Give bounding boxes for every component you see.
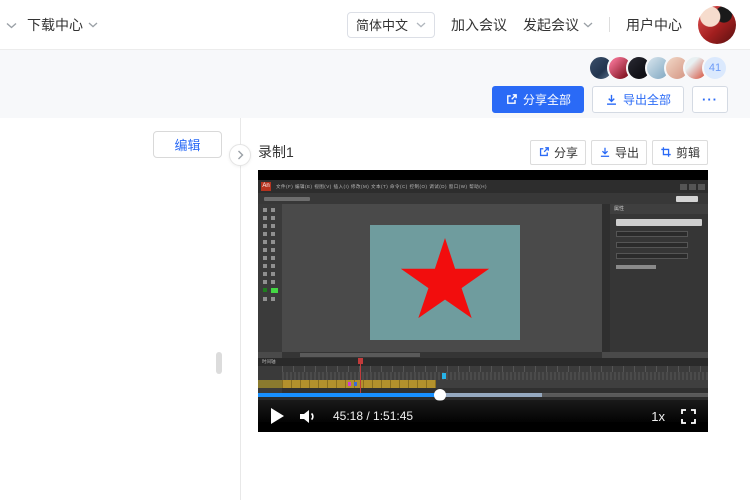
recorded-stage-area	[282, 204, 602, 352]
share-icon	[507, 94, 517, 104]
share-icon	[539, 147, 549, 157]
export-all-button[interactable]: 导出全部	[591, 86, 684, 113]
user-center-label: 用户中心	[626, 16, 682, 33]
panel-collapse-toggle[interactable]	[229, 144, 251, 166]
recording-title: 录制1	[258, 144, 294, 160]
recorded-stage-canvas	[370, 225, 520, 340]
page-title: 下载中心	[27, 16, 83, 33]
export-all-label: 导出全部	[622, 93, 671, 107]
left-panel-scrollbar-thumb[interactable]	[216, 352, 222, 374]
crop-clip-icon	[661, 147, 671, 157]
more-actions-button[interactable]: ···	[692, 86, 728, 113]
recorded-app-menubar: An 文件(F) 编辑(E) 视图(V) 插入(I) 修改(M) 文本(T) 命…	[258, 180, 708, 193]
volume-button[interactable]	[300, 409, 317, 424]
recorded-playhead	[358, 358, 363, 394]
global-actions: 分享全部 导出全部 ···	[491, 86, 728, 113]
video-frame-recording: An 文件(F) 编辑(E) 视图(V) 插入(I) 修改(M) 文本(T) 命…	[258, 180, 708, 422]
edit-button[interactable]: 编辑	[153, 131, 222, 158]
progress-played	[258, 393, 441, 397]
fullscreen-button[interactable]	[681, 408, 696, 424]
video-player[interactable]: An 文件(F) 编辑(E) 视图(V) 插入(I) 修改(M) 文本(T) 命…	[258, 170, 708, 432]
sidebar-collapse-chevron-icon[interactable]	[6, 16, 17, 34]
time-display: 45:18 / 1:51:45	[333, 409, 414, 423]
top-header: 下载中心 简体中文 加入会议 发起会议 用户中心	[0, 0, 750, 50]
share-all-label: 分享全部	[522, 93, 571, 107]
chevron-down-icon	[416, 22, 426, 27]
page-title-dropdown[interactable]: 下载中心	[27, 15, 98, 35]
download-icon	[607, 94, 616, 105]
volume-icon	[300, 409, 314, 423]
recorded-edit-bar	[258, 193, 708, 204]
chevron-down-icon	[88, 22, 98, 27]
play-icon	[271, 408, 284, 424]
language-select-value: 简体中文	[356, 18, 409, 33]
recorded-window-controls	[680, 183, 705, 190]
more-icon: ···	[702, 92, 718, 107]
clip-button[interactable]: 剪辑	[651, 139, 708, 165]
progress-bar[interactable]	[258, 389, 708, 401]
user-avatar[interactable]	[698, 5, 736, 44]
user-center-link[interactable]: 用户中心	[626, 15, 682, 35]
share-label: 分享	[553, 145, 578, 160]
recorded-properties-label: 属性	[610, 204, 708, 214]
player-controls: 45:18 / 1:51:45 1x	[258, 400, 708, 432]
export-button[interactable]: 导出	[590, 139, 647, 165]
recorded-app-logo: An	[261, 182, 271, 191]
recorded-zoom-box	[676, 195, 698, 202]
language-select[interactable]: 简体中文	[347, 11, 435, 38]
chevron-down-icon	[583, 22, 593, 27]
panel-divider	[240, 118, 241, 500]
nav-divider	[609, 17, 610, 32]
recording-header: 录制1 分享 导出 剪辑	[258, 138, 708, 166]
play-button[interactable]	[270, 408, 284, 424]
recorded-timeline: 时间轴	[258, 358, 708, 394]
download-center-page: 下载中心 简体中文 加入会议 发起会议 用户中心 41 分享全部 导出全部 ··…	[0, 0, 750, 500]
share-button[interactable]: 分享	[529, 139, 586, 165]
playback-speed-button[interactable]: 1x	[651, 409, 665, 424]
red-star-graphic	[400, 238, 490, 319]
recording-actions: 分享 导出 剪辑	[529, 139, 708, 165]
share-all-button[interactable]: 分享全部	[491, 86, 584, 113]
attendee-count-badge[interactable]: 41	[702, 55, 728, 81]
download-icon	[600, 147, 610, 157]
join-meeting-label: 加入会议	[451, 16, 507, 33]
recorded-breadcrumb	[264, 196, 310, 201]
export-label: 导出	[614, 145, 639, 160]
header-right: 简体中文 加入会议 发起会议 用户中心	[347, 5, 750, 44]
recorded-app-menus: 文件(F) 编辑(E) 视图(V) 插入(I) 修改(M) 文本(T) 命令(C…	[276, 183, 487, 189]
chevron-right-icon	[237, 150, 243, 160]
attendee-avatar-group[interactable]: 41	[588, 55, 728, 81]
header-left: 下载中心	[0, 15, 98, 35]
recorded-properties-panel: 属性	[610, 204, 708, 352]
recorded-icon-strip	[602, 204, 610, 352]
clip-label: 剪辑	[675, 145, 700, 160]
start-meeting-link[interactable]: 发起会议	[523, 15, 593, 35]
recorded-tool-panel	[258, 204, 282, 352]
join-meeting-link[interactable]: 加入会议	[451, 15, 507, 35]
toolbar-band: 41 分享全部 导出全部 ···	[0, 50, 750, 118]
start-meeting-label: 发起会议	[523, 16, 579, 33]
content-card: 编辑 录制1 分享 导出 剪辑 An 文件(F) 编辑(E) 视图(V) 插入(…	[0, 118, 750, 500]
recorded-timeline-label: 时间轴	[258, 358, 708, 366]
fullscreen-icon	[681, 408, 696, 424]
